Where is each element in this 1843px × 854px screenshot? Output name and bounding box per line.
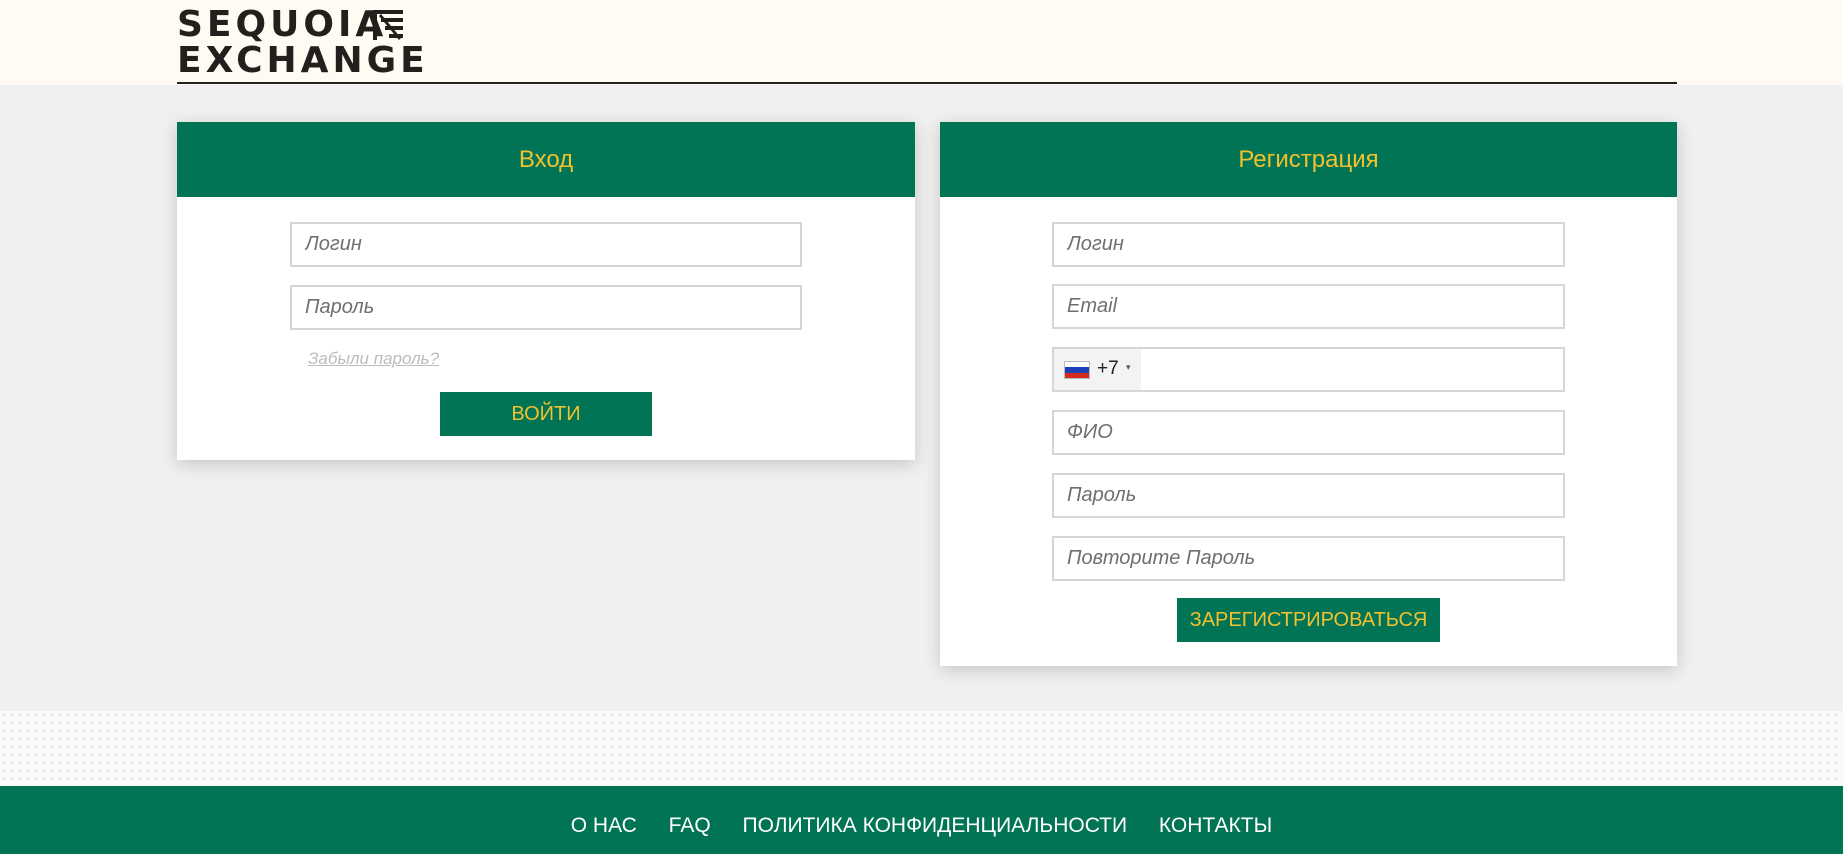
login-button[interactable]: ВОЙТИ <box>440 392 652 436</box>
register-email-input[interactable] <box>1052 284 1565 329</box>
login-card: Вход Забыли пароль? ВОЙТИ <box>177 122 915 460</box>
phone-input[interactable] <box>1144 349 1563 390</box>
register-username-input[interactable] <box>1052 222 1565 267</box>
footer-link-contacts[interactable]: КОНТАКТЫ <box>1159 814 1272 837</box>
footer-nav: О НАС FAQ ПОЛИТИКА КОНФИДЕНЦИАЛЬНОСТИ КО… <box>0 786 1843 854</box>
footer-link-privacy[interactable]: ПОЛИТИКА КОНФИДЕНЦИАЛЬНОСТИ <box>743 814 1128 837</box>
register-fio-input[interactable] <box>1052 410 1565 455</box>
register-button[interactable]: ЗАРЕГИСТРИРОВАТЬСЯ <box>1177 598 1440 642</box>
register-title: Регистрация <box>940 122 1677 197</box>
country-code-dropdown[interactable]: +7 ▾ <box>1054 349 1141 390</box>
login-password-input[interactable] <box>290 285 802 330</box>
forgot-password-link[interactable]: Забыли пароль? <box>308 349 439 369</box>
footer-link-about[interactable]: О НАС <box>571 814 637 837</box>
logo-line-2: EXCHANGE <box>177 40 429 81</box>
country-code: +7 <box>1097 358 1119 379</box>
register-password-input[interactable] <box>1052 473 1565 518</box>
register-card: Регистрация +7 ▾ ЗАРЕГИСТРИРОВАТЬСЯ <box>940 122 1677 666</box>
register-password-repeat-input[interactable] <box>1052 536 1565 581</box>
login-username-input[interactable] <box>290 222 802 267</box>
header-bar: SEQUOIA EXCHANGE <box>177 0 1677 84</box>
sequoia-leaf-icon <box>373 10 403 40</box>
footer-link-faq[interactable]: FAQ <box>669 814 711 837</box>
site-footer: О НАС FAQ ПОЛИТИКА КОНФИДЕНЦИАЛЬНОСТИ КО… <box>0 786 1843 854</box>
flag-russia-icon <box>1064 361 1090 379</box>
logo[interactable]: SEQUOIA EXCHANGE <box>177 7 429 79</box>
phone-field: +7 ▾ <box>1052 347 1565 392</box>
chevron-down-icon: ▾ <box>1126 362 1131 372</box>
site-header: SEQUOIA EXCHANGE <box>0 0 1843 85</box>
login-title: Вход <box>177 122 915 197</box>
dotted-divider <box>0 711 1843 786</box>
